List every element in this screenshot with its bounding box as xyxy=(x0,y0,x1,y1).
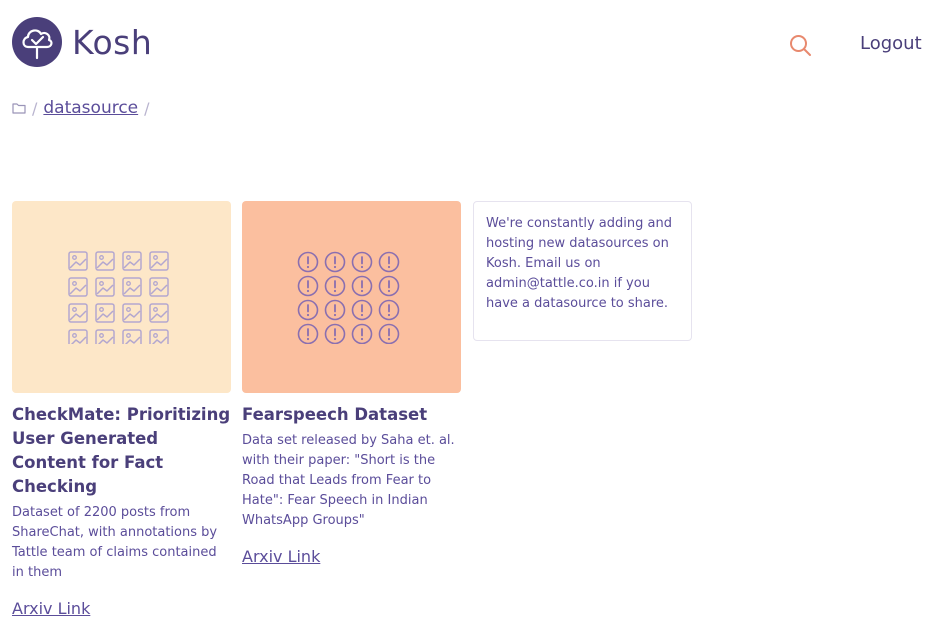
alert-circle-icon xyxy=(324,251,345,273)
image-icon xyxy=(148,251,169,271)
alert-circle-icon xyxy=(351,299,372,321)
breadcrumb-link-datasource[interactable]: datasource xyxy=(43,98,138,118)
datasource-card-fearspeech: Fearspeech Dataset Data set released by … xyxy=(242,201,461,566)
folder-icon[interactable] xyxy=(12,102,26,114)
alert-grid-icon xyxy=(297,251,399,344)
alert-circle-icon xyxy=(297,275,318,297)
breadcrumb: / datasource / xyxy=(12,98,156,118)
image-icon xyxy=(148,329,169,344)
alert-circle-icon xyxy=(297,323,318,344)
info-text: We're constantly adding and hosting new … xyxy=(486,216,672,311)
card-thumbnail[interactable] xyxy=(12,201,231,393)
breadcrumb-separator: / xyxy=(32,98,38,118)
alert-circle-icon xyxy=(351,323,372,344)
alert-circle-icon xyxy=(378,299,399,321)
image-icon xyxy=(121,251,142,271)
breadcrumb-separator: / xyxy=(144,98,150,118)
image-icon xyxy=(94,329,115,344)
alert-circle-icon xyxy=(351,275,372,297)
card-description: Dataset of 2200 posts from ShareChat, wi… xyxy=(12,505,218,580)
alert-circle-icon xyxy=(324,323,345,344)
alert-circle-icon xyxy=(297,251,318,273)
alert-circle-icon xyxy=(324,275,345,297)
logout-button[interactable]: Logout xyxy=(860,33,922,54)
image-icon xyxy=(148,303,169,323)
alert-circle-icon xyxy=(378,323,399,344)
card-title[interactable]: CheckMate: Prioritizing User Generated C… xyxy=(12,403,231,499)
card-thumbnail[interactable] xyxy=(242,201,461,393)
image-icon xyxy=(67,251,88,271)
app-name: Kosh xyxy=(72,22,153,62)
image-icon xyxy=(121,329,142,344)
alert-circle-icon xyxy=(351,251,372,273)
card-title[interactable]: Fearspeech Dataset xyxy=(242,403,461,427)
image-icon xyxy=(94,303,115,323)
image-icon xyxy=(67,329,88,344)
image-grid-icon xyxy=(67,251,169,344)
datasource-card-checkmate: CheckMate: Prioritizing User Generated C… xyxy=(12,201,231,618)
image-icon xyxy=(148,277,169,297)
home-logo-link[interactable]: Kosh xyxy=(12,17,152,67)
search-icon[interactable] xyxy=(788,33,812,57)
arxiv-link[interactable]: Arxiv Link xyxy=(242,547,320,566)
image-icon xyxy=(121,303,142,323)
arxiv-link[interactable]: Arxiv Link xyxy=(12,599,90,618)
image-icon xyxy=(121,277,142,297)
image-icon xyxy=(67,303,88,323)
top-navbar: Kosh Logout xyxy=(0,0,932,88)
image-icon xyxy=(94,277,115,297)
alert-circle-icon xyxy=(324,299,345,321)
info-box: We're constantly adding and hosting new … xyxy=(473,201,692,341)
image-icon xyxy=(94,251,115,271)
alert-circle-icon xyxy=(378,275,399,297)
kosh-logo-icon xyxy=(12,17,62,67)
alert-circle-icon xyxy=(297,299,318,321)
alert-circle-icon xyxy=(378,251,399,273)
image-icon xyxy=(67,277,88,297)
card-description: Data set released by Saha et. al. with t… xyxy=(242,433,455,528)
